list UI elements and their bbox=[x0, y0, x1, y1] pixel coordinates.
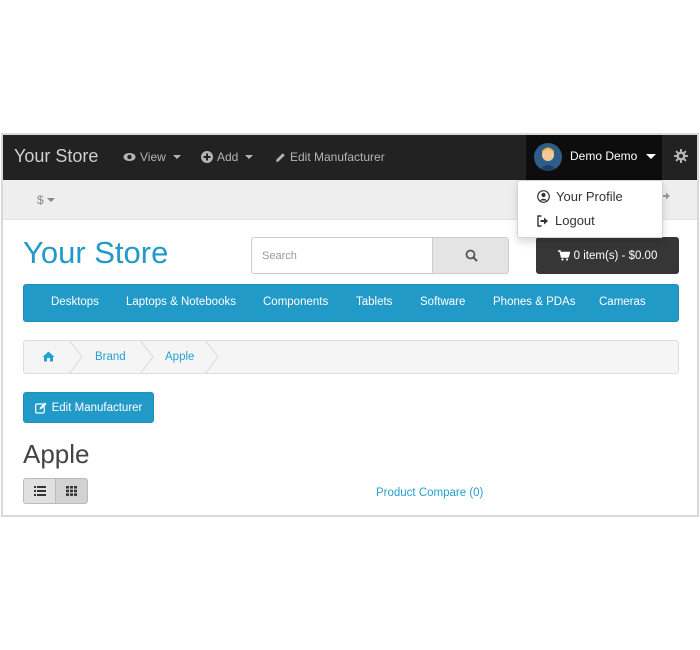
product-compare-link[interactable]: Product Compare (0) bbox=[376, 487, 483, 499]
gear-icon[interactable] bbox=[674, 149, 688, 163]
shopping-cart-icon bbox=[557, 250, 570, 261]
edit-icon bbox=[34, 402, 47, 414]
breadcrumb-separator bbox=[69, 341, 83, 373]
search-icon bbox=[465, 249, 478, 262]
avatar bbox=[534, 143, 562, 171]
admin-brand[interactable]: Your Store bbox=[14, 146, 98, 167]
logout-label: Logout bbox=[555, 213, 595, 228]
store-logo[interactable]: Your Store bbox=[23, 235, 168, 271]
user-name: Demo Demo bbox=[570, 149, 638, 163]
view-mode-toggle bbox=[23, 478, 88, 504]
chevron-down-icon bbox=[172, 155, 181, 159]
add-menu[interactable]: Add bbox=[201, 150, 254, 164]
plus-circle-icon bbox=[201, 151, 213, 163]
add-menu-label: Add bbox=[217, 150, 239, 164]
category-tablets[interactable]: Tablets bbox=[356, 296, 392, 308]
edit-manufacturer-label: Edit Manufacturer bbox=[290, 150, 385, 164]
your-profile-item[interactable]: Your Profile bbox=[537, 189, 623, 204]
search-bar bbox=[251, 237, 509, 274]
view-menu-label: View bbox=[140, 150, 166, 164]
cart-button[interactable]: 0 item(s) - $0.00 bbox=[536, 237, 679, 274]
breadcrumb-separator bbox=[140, 341, 154, 373]
chevron-down-icon bbox=[646, 153, 657, 159]
admin-bar: Your Store View Add Edit Manufacturer De… bbox=[3, 135, 697, 180]
pencil-icon bbox=[276, 152, 285, 162]
edit-manufacturer-button[interactable]: Edit Manufacturer bbox=[23, 392, 154, 423]
list-view-icon bbox=[34, 486, 46, 496]
chevron-down-icon bbox=[46, 198, 55, 202]
breadcrumb: Brand Apple bbox=[23, 340, 679, 374]
list-view-button[interactable] bbox=[24, 479, 56, 503]
sign-out-icon bbox=[537, 214, 548, 227]
user-dropdown-menu: Your Profile Logout bbox=[517, 180, 663, 238]
user-circle-icon bbox=[537, 190, 550, 203]
breadcrumb-brand[interactable]: Brand bbox=[95, 351, 126, 363]
category-menu: Desktops Laptops & Notebooks Components … bbox=[23, 284, 679, 322]
category-components[interactable]: Components bbox=[263, 296, 328, 308]
page-title: Apple bbox=[23, 439, 90, 469]
search-input[interactable] bbox=[252, 238, 432, 273]
category-phones-pdas[interactable]: Phones & PDAs bbox=[493, 296, 575, 308]
grid-view-icon bbox=[66, 486, 77, 496]
logout-item[interactable]: Logout bbox=[537, 213, 595, 228]
category-cameras[interactable]: Cameras bbox=[599, 296, 646, 308]
currency-label: $ bbox=[37, 193, 44, 207]
eye-icon bbox=[123, 153, 136, 161]
grid-view-button[interactable] bbox=[56, 479, 87, 503]
edit-manufacturer-link[interactable]: Edit Manufacturer bbox=[275, 150, 385, 164]
category-laptops-notebooks[interactable]: Laptops & Notebooks bbox=[126, 296, 236, 308]
user-menu-button[interactable]: Demo Demo bbox=[526, 135, 662, 180]
home-icon[interactable] bbox=[42, 351, 55, 362]
breadcrumb-separator bbox=[205, 341, 219, 373]
search-button[interactable] bbox=[432, 238, 508, 273]
category-software[interactable]: Software bbox=[420, 296, 465, 308]
cart-label: 0 item(s) - $0.00 bbox=[573, 249, 658, 262]
edit-manufacturer-button-label: Edit Manufacturer bbox=[51, 401, 143, 414]
view-menu[interactable]: View bbox=[123, 150, 181, 164]
chevron-down-icon bbox=[245, 155, 254, 159]
your-profile-label: Your Profile bbox=[556, 189, 623, 204]
breadcrumb-apple[interactable]: Apple bbox=[165, 351, 194, 363]
category-desktops[interactable]: Desktops bbox=[51, 296, 99, 308]
browser-frame: Your Store View Add Edit Manufacturer De… bbox=[1, 133, 699, 517]
currency-dropdown[interactable]: $ bbox=[37, 193, 55, 207]
